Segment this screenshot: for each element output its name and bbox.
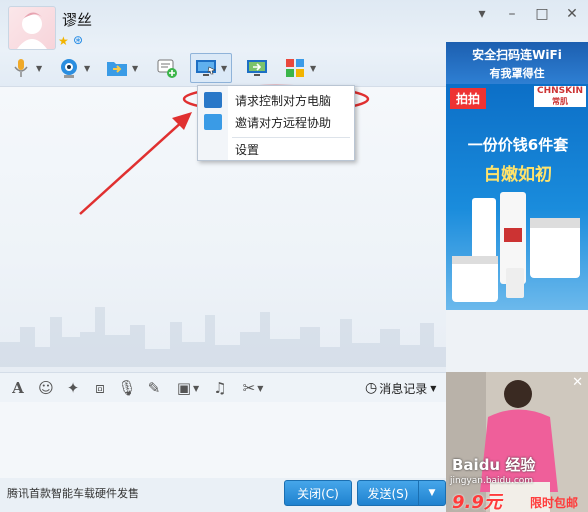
ad-price: 9.9元: [452, 492, 502, 512]
ad-slogan: 白嫩如初: [484, 165, 552, 185]
ad-product-image: [452, 192, 580, 302]
message-input[interactable]: [0, 402, 446, 478]
chevron-down-icon[interactable]: ▾: [472, 4, 492, 24]
input-toolbar: A ☺ ✦ ⧈ 🎙 ✎ ▣ ▼ ♫ ✂ ▼ ◷ 消息记录 ▼: [0, 372, 446, 403]
ad-top-line2: 有我罩得住: [489, 67, 545, 80]
font-icon[interactable]: A: [8, 378, 28, 398]
remote-assist-icon: [204, 114, 222, 130]
chevron-down-icon: ▼: [428, 488, 436, 498]
ad-brand-sub: 常肌: [552, 97, 568, 106]
ad-brand: CHNSKIN 常肌: [534, 86, 586, 107]
menu-item-request-control[interactable]: 请求控制对方电脑: [198, 89, 354, 111]
ad-brand-name: CHNSKIN: [536, 86, 583, 96]
ad-banner-bottom[interactable]: ✕ Baidu 经验 jingyan.baidu.com 9.9元 限时包邮: [446, 372, 588, 512]
watermark-url: jingyan.baidu.com: [450, 476, 534, 486]
menu-item-spacer: [204, 141, 222, 157]
screenshot-scissors-icon[interactable]: ✂ ▼: [237, 378, 269, 398]
remote-assist-menu: 请求控制对方电脑 邀请对方远程协助 设置: [197, 85, 355, 161]
history-label: 消息记录: [379, 381, 428, 396]
image-icon[interactable]: ▣ ▼: [172, 378, 204, 398]
menu-item-label: 邀请对方远程协助: [235, 115, 332, 130]
ad-banner-side[interactable]: 拍拍 CHNSKIN 常肌 一份价钱6件套 白嫩如初: [446, 84, 588, 310]
send-button[interactable]: 发送(S): [357, 480, 419, 506]
clock-icon: ◷: [365, 380, 378, 396]
edit-icon[interactable]: ✎: [144, 378, 164, 398]
send-options-button[interactable]: ▼: [418, 480, 446, 506]
ad-banner-top[interactable]: 安全扫码连WiFi 有我罩得住: [446, 42, 588, 84]
message-history-button[interactable]: ◷ 消息记录 ▼: [365, 379, 436, 397]
close-ad-icon[interactable]: ✕: [572, 375, 583, 390]
menu-item-invite-assist[interactable]: 邀请对方远程协助: [198, 111, 354, 133]
minimize-button[interactable]: –: [502, 4, 522, 24]
ad-spacer: [446, 310, 588, 372]
menu-item-label: 设置: [235, 142, 260, 157]
menu-item-settings[interactable]: 设置: [198, 138, 354, 160]
ad-tag: 拍拍: [450, 88, 487, 109]
close-button[interactable]: 关闭(C): [284, 480, 352, 506]
ad-top-line1: 安全扫码连WiFi: [472, 48, 562, 62]
watermark-text: Baidu 经验: [452, 456, 536, 474]
maximize-button[interactable]: □: [532, 4, 552, 24]
voice-message-icon[interactable]: 🎙: [117, 378, 137, 398]
ad-promo-tag: 限时包邮: [530, 496, 579, 510]
ad-headline: 一份价钱6件套: [467, 136, 569, 154]
menu-item-label: 请求控制对方电脑: [235, 93, 332, 108]
news-tip-link[interactable]: 腾讯首款智能车载硬件发售: [7, 485, 139, 501]
remote-control-icon: [204, 92, 222, 108]
close-window-button[interactable]: ✕: [562, 4, 582, 24]
chevron-down-icon: ▼: [430, 383, 437, 393]
magic-wand-icon[interactable]: ✦: [63, 378, 83, 398]
music-icon[interactable]: ♫: [210, 378, 230, 398]
screen-shake-icon[interactable]: ⧈: [90, 378, 110, 398]
annotation-overlay: [79, 84, 370, 215]
emoji-icon[interactable]: ☺: [36, 378, 56, 398]
